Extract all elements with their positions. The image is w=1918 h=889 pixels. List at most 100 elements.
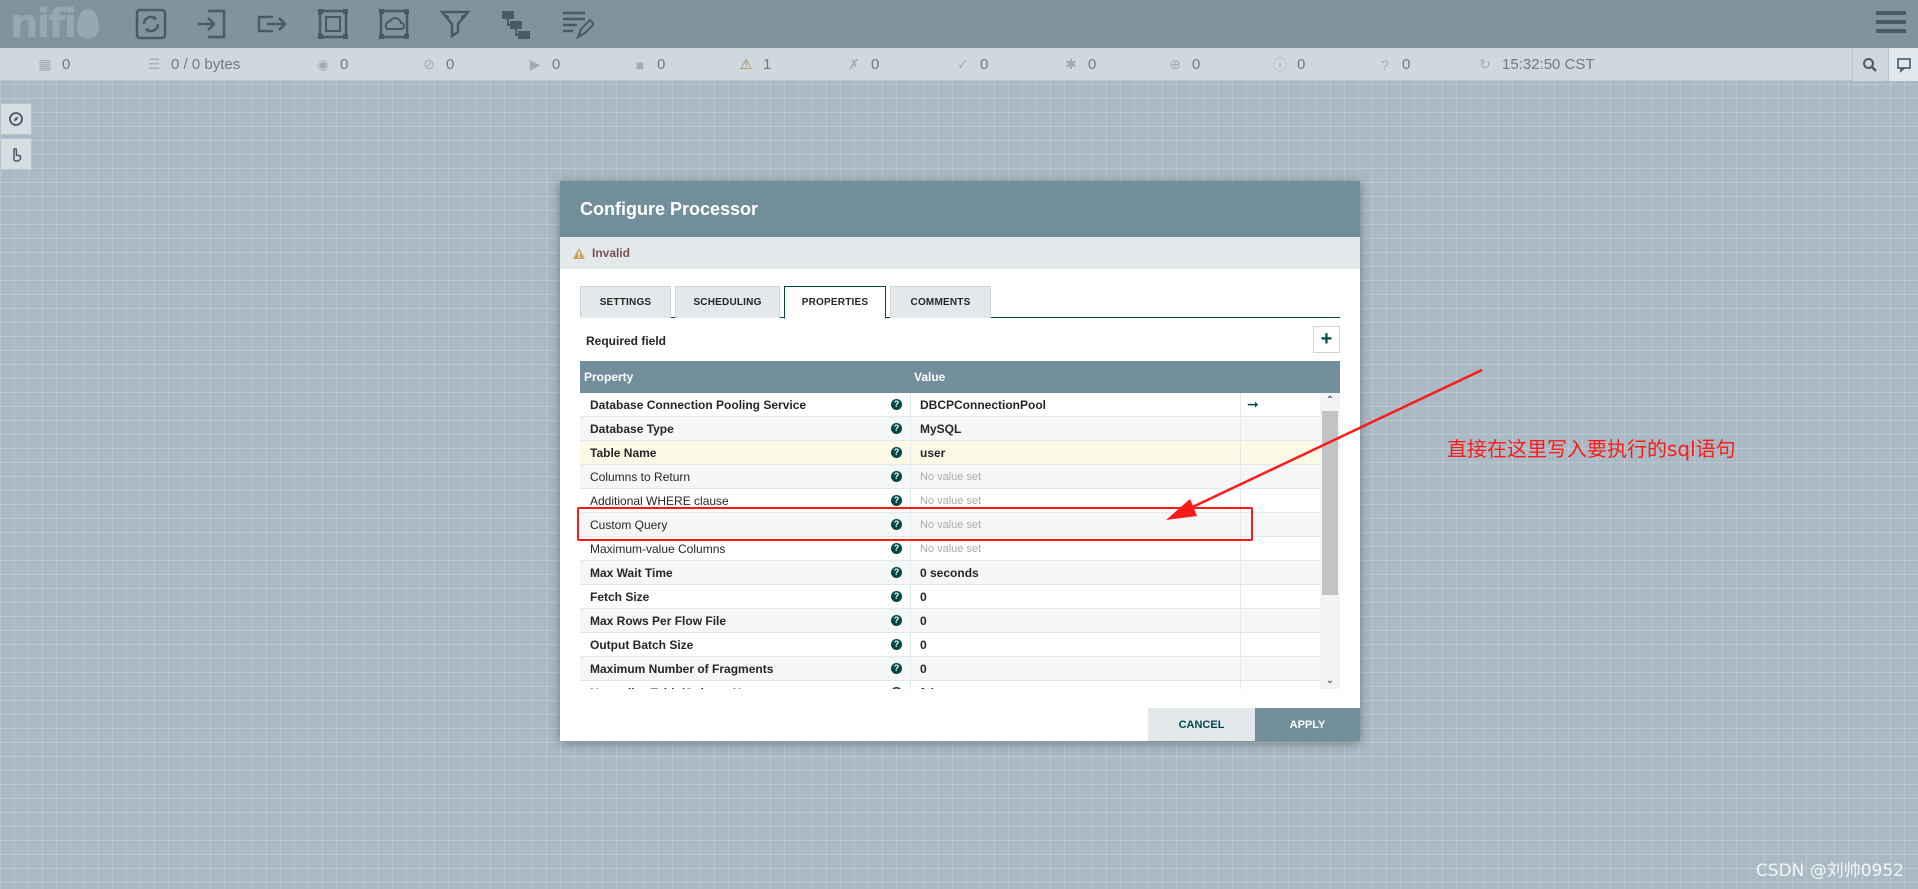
table-row[interactable]: Max Wait Time ? 0 seconds: [580, 561, 1320, 585]
property-value[interactable]: false: [920, 681, 947, 689]
queue-icon: ☰: [147, 56, 161, 72]
properties-scrollbar[interactable]: ⌃ ⌄: [1320, 393, 1340, 689]
cancel-button[interactable]: CANCEL: [1148, 708, 1255, 741]
help-icon[interactable]: ?: [891, 639, 902, 650]
scrollbar-thumb[interactable]: [1322, 411, 1338, 595]
table-row[interactable]: Table Name ? user: [580, 441, 1320, 465]
help-icon[interactable]: ?: [891, 471, 902, 482]
active-threads: ▦ 0: [38, 56, 71, 73]
property-name: Columns to Return: [590, 470, 691, 484]
properties-table: Database Connection Pooling Service ? DB…: [580, 393, 1320, 689]
table-row[interactable]: Max Rows Per Flow File ? 0: [580, 609, 1320, 633]
invalid-count: ⚠ 1: [739, 56, 772, 73]
property-name: Table Name: [590, 446, 657, 460]
property-value[interactable]: 0: [920, 657, 927, 681]
exclamation-icon: ⓘ: [1273, 56, 1287, 73]
property-name: Max Wait Time: [590, 566, 673, 580]
property-value[interactable]: No value set: [920, 465, 981, 489]
table-row[interactable]: Database Type ? MySQL: [580, 417, 1320, 441]
warning-icon: ⚠: [739, 56, 753, 72]
not-transmitting-icon: ⊘: [423, 56, 435, 72]
help-icon[interactable]: ?: [891, 567, 902, 578]
validation-status: Invalid: [560, 237, 1360, 269]
property-value[interactable]: 0: [920, 585, 927, 609]
table-row[interactable]: Normalize Table/Column Names ? false: [580, 681, 1320, 689]
table-row[interactable]: Database Connection Pooling Service ? DB…: [580, 393, 1320, 417]
top-toolbar: nifi: [0, 0, 1918, 48]
help-icon[interactable]: ?: [891, 447, 902, 458]
last-refresh[interactable]: ↻ 15:32:50 CST: [1478, 48, 1594, 81]
go-to-arrow-icon[interactable]: ➞: [1247, 393, 1259, 415]
scroll-down-icon[interactable]: ⌄: [1320, 673, 1340, 689]
not-transmitting-count: ⊘ 0: [423, 56, 455, 73]
help-icon[interactable]: ?: [891, 687, 902, 689]
property-value[interactable]: 0: [920, 609, 927, 633]
warning-icon: [573, 247, 585, 259]
configure-processor-dialog: Configure Processor Invalid SETTINGS SCH…: [560, 181, 1360, 741]
threads-icon: ▦: [38, 56, 52, 72]
property-name: Output Batch Size: [590, 638, 694, 652]
table-row[interactable]: Fetch Size ? 0: [580, 585, 1320, 609]
table-row[interactable]: Columns to Return ? No value set: [580, 465, 1320, 489]
tab-settings[interactable]: SETTINGS: [580, 286, 671, 318]
play-icon: ▶: [529, 56, 541, 72]
search-button[interactable]: [1852, 48, 1886, 81]
property-value[interactable]: 0 seconds: [920, 561, 979, 585]
tab-comments[interactable]: COMMENTS: [890, 286, 991, 318]
help-icon[interactable]: ?: [891, 543, 902, 554]
asterisk-icon: ✱: [1065, 56, 1077, 72]
process-group-icon[interactable]: [313, 4, 353, 44]
transmitting-icon: ◉: [316, 56, 330, 72]
help-icon[interactable]: ?: [891, 663, 902, 674]
transmitting-count: ◉ 0: [316, 56, 349, 73]
required-field-label: Required field: [586, 334, 667, 348]
help-icon[interactable]: ?: [891, 615, 902, 626]
question-icon: ?: [1381, 56, 1389, 73]
up-to-date-count: ✓ 0: [957, 56, 989, 73]
sync-failure-count: ? 0: [1378, 48, 1410, 81]
help-icon[interactable]: ?: [891, 495, 902, 506]
property-name: Database Type: [590, 422, 674, 436]
plus-icon[interactable]: +: [1321, 328, 1333, 351]
label-icon[interactable]: [557, 4, 597, 44]
property-value[interactable]: user: [920, 441, 945, 465]
template-icon[interactable]: [496, 4, 536, 44]
tab-scheduling[interactable]: SCHEDULING: [675, 286, 780, 318]
global-menu-button[interactable]: [1874, 6, 1908, 40]
comment-icon[interactable]: [1896, 57, 1912, 73]
add-property-button[interactable]: +: [1313, 326, 1340, 353]
running-count: ▶ 0: [529, 56, 561, 73]
compass-icon[interactable]: [8, 111, 24, 127]
tab-properties[interactable]: PROPERTIES: [784, 286, 886, 319]
help-icon[interactable]: ?: [891, 423, 902, 434]
column-header-property: Property: [584, 370, 634, 384]
help-icon[interactable]: ?: [891, 399, 902, 410]
processor-icon[interactable]: [131, 4, 171, 44]
output-port-icon[interactable]: [252, 4, 292, 44]
watermark: CSDN @刘帅0952: [1755, 861, 1904, 881]
disabled-icon: ✗: [848, 56, 860, 72]
property-value[interactable]: 0: [920, 633, 927, 657]
input-port-icon[interactable]: [191, 4, 231, 44]
refresh-icon[interactable]: ↻: [1478, 56, 1492, 73]
help-icon[interactable]: ?: [891, 591, 902, 602]
table-row[interactable]: Output Batch Size ? 0: [580, 633, 1320, 657]
hand-pointer-icon[interactable]: [8, 146, 24, 162]
search-icon[interactable]: [1862, 57, 1878, 73]
dialog-tabs: SETTINGS SCHEDULING PROPERTIES COMMENTS: [580, 286, 1340, 319]
property-value[interactable]: DBCPConnectionPool: [920, 393, 1046, 417]
property-name: Normalize Table/Column Names: [590, 681, 772, 689]
remote-process-group-icon[interactable]: [374, 4, 414, 44]
status-bar: ▦ 0 ☰ 0 / 0 bytes ◉ 0 ⊘ 0 ▶ 0 ■ 0 ⚠ 1 ✗ 0 ✓ 0 ✱ 0 …: [0, 48, 1918, 81]
navigate-button[interactable]: [0, 103, 32, 135]
bulletin-board-button[interactable]: [1888, 48, 1918, 81]
funnel-icon[interactable]: [435, 4, 475, 44]
apply-button[interactable]: APPLY: [1255, 708, 1360, 741]
property-value[interactable]: MySQL: [920, 417, 961, 441]
nifi-logo: nifi: [10, 2, 100, 46]
scroll-up-icon[interactable]: ⌃: [1320, 393, 1340, 409]
operate-button[interactable]: [0, 138, 32, 170]
table-row[interactable]: Maximum Number of Fragments ? 0: [580, 657, 1320, 681]
stopped-count: ■ 0: [633, 48, 666, 81]
properties-table-header: Property Value: [580, 361, 1340, 393]
